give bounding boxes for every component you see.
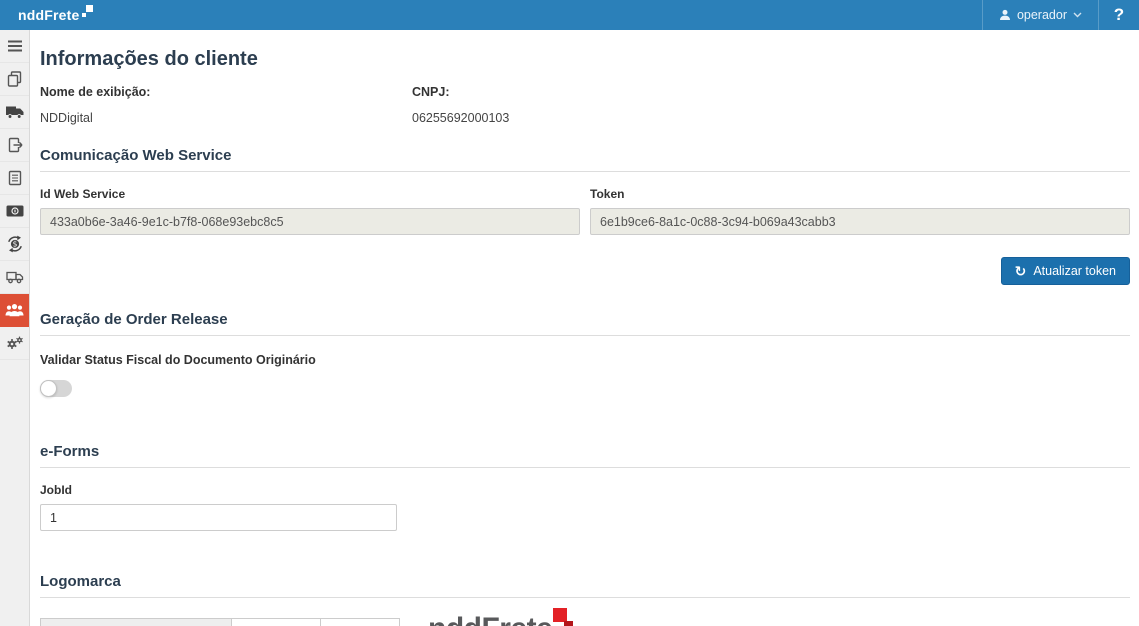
delivery-truck-icon [5, 271, 23, 284]
logo-filename-field[interactable] [40, 618, 232, 626]
brand-logo[interactable]: nddFrete [0, 2, 93, 28]
sidebar-item-banknote[interactable] [0, 195, 29, 228]
display-name-label: Nome de exibição: [40, 85, 151, 99]
token-label: Token [590, 187, 625, 201]
remove-logo-button[interactable]: Remover [231, 618, 322, 626]
validate-fiscal-status-label: Validar Status Fiscal do Documento Origi… [40, 353, 316, 367]
truck-icon [5, 106, 23, 119]
sidebar-item-users[interactable] [0, 294, 29, 327]
document-icon [8, 170, 21, 186]
sidebar-item-money-sync[interactable]: $ [0, 228, 29, 261]
sidebar-item-document[interactable] [0, 162, 29, 195]
settings-gears-icon [6, 336, 23, 349]
sidebar-item-delivery-truck[interactable] [0, 261, 29, 294]
cnpj-label: CNPJ: [412, 85, 450, 99]
section-order-release: Geração de Order Release [40, 311, 1130, 336]
jobid-input[interactable] [40, 504, 397, 531]
banknote-icon [6, 205, 23, 217]
brand-mark-icon [81, 5, 93, 17]
user-icon [999, 9, 1010, 20]
export-document-icon [8, 137, 22, 153]
user-menu[interactable]: operador [981, 0, 1099, 30]
sidebar-item-menu[interactable] [0, 30, 29, 63]
webservice-id-label: Id Web Service [40, 187, 126, 201]
user-label: operador [1016, 8, 1067, 22]
main-content: Informações do cliente Nome de exibição:… [30, 30, 1139, 626]
sidebar-item-settings[interactable] [0, 327, 29, 360]
client-info-row: Nome de exibição: NDDigital CNPJ: 062556… [40, 85, 1130, 125]
money-sync-icon: $ [7, 235, 22, 253]
svg-text:$: $ [12, 240, 17, 249]
toggle-knob [40, 380, 57, 397]
chevron-down-icon [1073, 12, 1082, 18]
sidebar-item-documents-copy[interactable] [0, 63, 29, 96]
sidebar-item-truck[interactable] [0, 96, 29, 129]
refresh-token-label: Atualizar token [1033, 264, 1116, 278]
token-input[interactable] [590, 208, 1130, 235]
sidebar-item-export-document[interactable] [0, 129, 29, 162]
section-eforms: e-Forms [40, 443, 1130, 468]
refresh-icon: ↻ [1014, 263, 1027, 279]
client-logo-image: nddFrete [428, 608, 575, 626]
client-logo-mark-icon [553, 608, 575, 626]
page-title: Informações do cliente [40, 48, 258, 70]
change-logo-button[interactable]: Alterar [321, 618, 400, 626]
section-webservice: Comunicação Web Service [40, 147, 1130, 172]
documents-copy-icon [7, 71, 21, 87]
validate-fiscal-status-toggle[interactable] [40, 380, 72, 397]
menu-icon [7, 40, 22, 52]
users-icon [5, 304, 24, 317]
brand-text: nddFrete [18, 7, 80, 23]
cnpj-value: 06255692000103 [412, 111, 510, 125]
help-button[interactable]: ? [1099, 0, 1139, 30]
top-bar: nddFrete operador ? [0, 0, 1139, 30]
webservice-id-input[interactable] [40, 208, 580, 235]
refresh-token-button[interactable]: ↻ Atualizar token [1000, 257, 1130, 285]
client-logo-text: nddFrete [428, 610, 553, 626]
jobid-label: JobId [40, 483, 72, 497]
sidebar: $ [0, 30, 30, 626]
display-name-value: NDDigital [40, 111, 93, 125]
section-logomarca: Logomarca [40, 573, 1130, 598]
